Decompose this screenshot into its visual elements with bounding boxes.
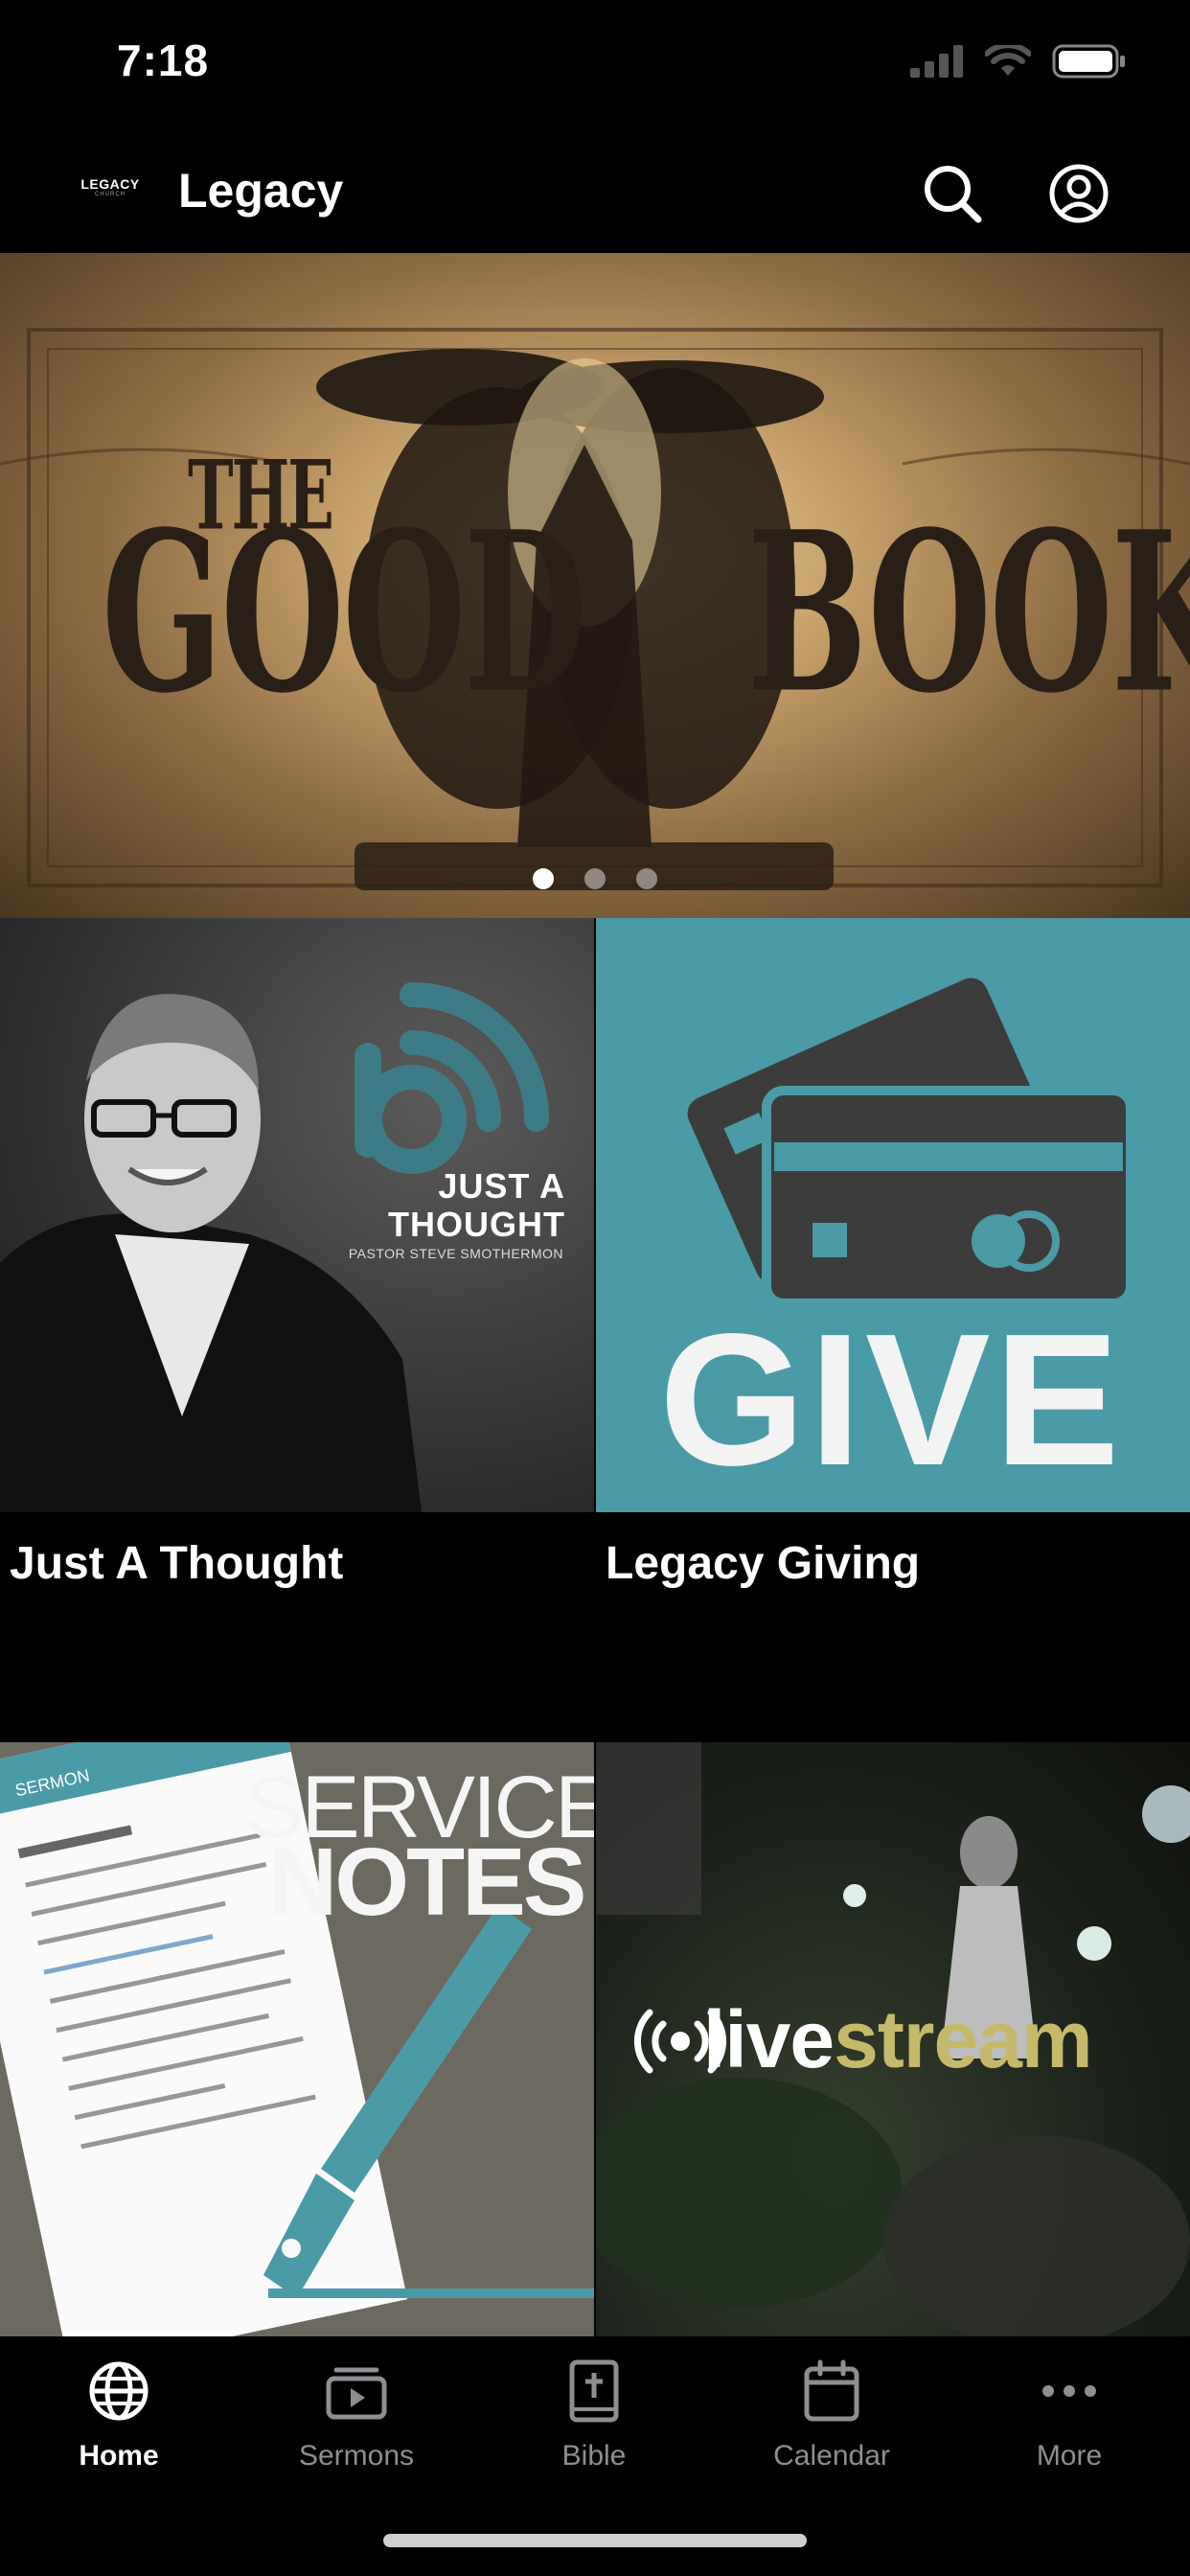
livestream-art-text: livestream bbox=[703, 1993, 1093, 2086]
carousel-dot-2[interactable] bbox=[584, 868, 606, 889]
just-a-thought-caption[interactable]: Just A Thought bbox=[10, 1537, 343, 1590]
cellular-signal-icon bbox=[910, 45, 963, 78]
status-icons bbox=[910, 44, 1127, 79]
service-notes-art-line2: NOTES bbox=[268, 1828, 586, 1936]
bible-icon bbox=[569, 2359, 619, 2423]
hero-word-good: GOOD bbox=[102, 483, 587, 742]
tab-home-label: Home bbox=[79, 2440, 159, 2472]
carousel-dot-3[interactable] bbox=[636, 868, 657, 889]
jat-art-title-line2: THOUGHT bbox=[388, 1205, 565, 1244]
app-header: LEGACY CHURCH Legacy bbox=[0, 134, 1190, 253]
logo-text: LEGACY bbox=[80, 176, 140, 192]
legacy-giving-caption[interactable]: Legacy Giving bbox=[606, 1537, 920, 1590]
profile-button[interactable] bbox=[1044, 159, 1113, 228]
tab-calendar-label: Calendar bbox=[773, 2440, 890, 2472]
livestream-tile[interactable]: livestream bbox=[596, 1742, 1190, 2336]
tab-bible[interactable]: Bible bbox=[498, 2356, 690, 2499]
jat-art-subtitle: PASTOR STEVE SMOTHERMON bbox=[348, 1246, 563, 1261]
livestream-art-part2: stream bbox=[834, 1994, 1093, 2084]
wifi-icon bbox=[985, 45, 1031, 76]
give-art-word: GIVE bbox=[659, 1295, 1124, 1505]
tab-calendar[interactable]: Calendar bbox=[736, 2356, 927, 2499]
tab-more[interactable]: More bbox=[973, 2356, 1165, 2499]
page-title: Legacy bbox=[178, 164, 344, 218]
search-icon bbox=[925, 166, 982, 223]
jat-art-title: JUST A THOUGHT bbox=[388, 1167, 565, 1244]
service-notes-tile[interactable]: SERMON SERVICE NOTES bbox=[0, 1742, 594, 2336]
user-circle-icon bbox=[1049, 164, 1109, 223]
credit-cards-icon bbox=[687, 978, 1135, 1301]
tab-sermons[interactable]: Sermons bbox=[261, 2356, 452, 2499]
calendar-icon bbox=[804, 2359, 859, 2422]
tab-home[interactable]: Home bbox=[23, 2356, 215, 2499]
status-time: 7:18 bbox=[117, 35, 210, 85]
logo-subtext: CHURCH bbox=[95, 192, 126, 197]
battery-icon bbox=[1052, 44, 1125, 79]
carousel-page-indicator[interactable] bbox=[0, 868, 1190, 889]
search-button[interactable] bbox=[918, 159, 987, 228]
hero-word-book: BOOK bbox=[747, 483, 1190, 742]
hero-carousel-banner[interactable]: THE GOOD BOOK bbox=[0, 253, 1190, 918]
tab-sermons-label: Sermons bbox=[298, 2440, 415, 2472]
podcast-logo-icon bbox=[355, 982, 549, 1174]
status-bar: 7:18 bbox=[0, 0, 1190, 134]
legacy-giving-tile[interactable]: GIVE bbox=[596, 918, 1190, 1512]
livestream-art-part1: live bbox=[703, 1994, 835, 2084]
tab-bible-label: Bible bbox=[561, 2440, 627, 2472]
globe-icon bbox=[89, 2361, 149, 2421]
just-a-thought-tile[interactable]: JUST A THOUGHT PASTOR STEVE SMOTHERMON bbox=[0, 918, 594, 1512]
home-indicator[interactable] bbox=[383, 2534, 807, 2547]
church-logo: LEGACY CHURCH bbox=[79, 176, 142, 205]
sermons-play-icon bbox=[326, 2367, 387, 2420]
tab-more-label: More bbox=[1036, 2440, 1103, 2472]
jat-art-title-line1: JUST A bbox=[438, 1166, 565, 1206]
carousel-dot-1[interactable] bbox=[533, 868, 554, 889]
more-dots-icon bbox=[1042, 2385, 1096, 2397]
